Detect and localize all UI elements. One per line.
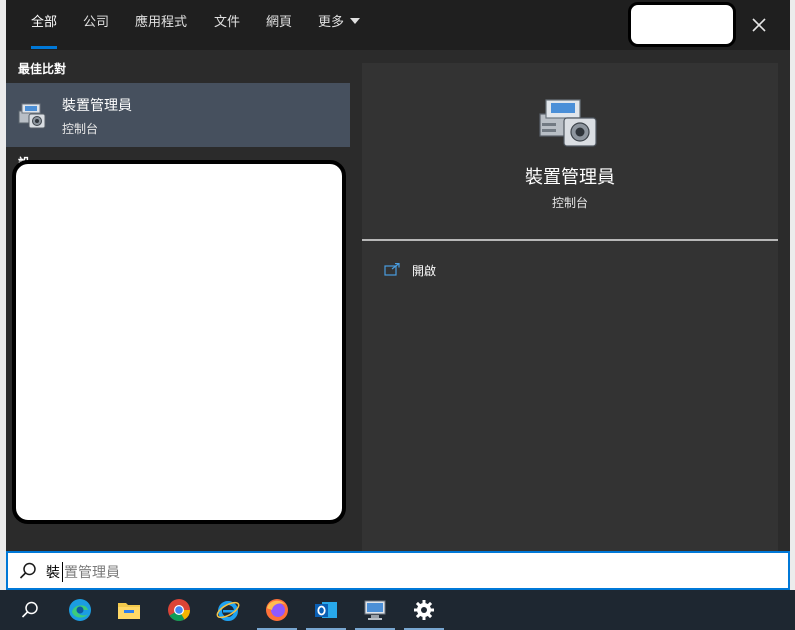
filter-bar: 全部 公司 應用程式 文件 網頁 更多 xyxy=(6,0,790,50)
account-area-redacted xyxy=(628,2,736,47)
best-match-subtitle: 控制台 xyxy=(62,122,99,136)
settings-gear-icon xyxy=(414,600,434,620)
search-box[interactable]: 裝 置管理員 xyxy=(6,551,790,590)
open-label: 開啟 xyxy=(412,263,437,278)
close-button[interactable] xyxy=(739,0,779,50)
tab-web[interactable]: 網頁 xyxy=(254,0,304,50)
preview-subtitle: 控制台 xyxy=(551,196,588,210)
preview-title: 裝置管理員 xyxy=(525,167,615,188)
firefox-icon xyxy=(266,599,288,621)
taskbar-chrome[interactable] xyxy=(155,590,203,630)
search-input-typed: 裝 xyxy=(46,565,60,581)
search-icon xyxy=(19,562,36,579)
tab-apps[interactable]: 應用程式 xyxy=(123,0,199,50)
open-button[interactable]: 開啟 xyxy=(384,259,436,281)
internet-explorer-icon xyxy=(216,601,240,621)
search-flyout: 全部 公司 應用程式 文件 網頁 更多 最佳比對 裝置管理員 控制台 裝置管理員… xyxy=(6,0,790,551)
chrome-icon xyxy=(168,599,190,621)
results-pane: 最佳比對 裝置管理員 控制台 設 xyxy=(6,50,350,551)
taskbar xyxy=(0,590,795,630)
device-manager-icon xyxy=(364,600,386,620)
best-match-result[interactable]: 裝置管理員 控制台 xyxy=(6,83,350,147)
redacted-results xyxy=(12,160,346,524)
taskbar-edge[interactable] xyxy=(56,590,104,630)
file-explorer-icon xyxy=(118,603,140,619)
close-icon xyxy=(752,18,766,32)
tab-company[interactable]: 公司 xyxy=(71,0,121,50)
best-match-heading: 最佳比對 xyxy=(18,62,67,76)
taskbar-settings[interactable] xyxy=(400,590,448,630)
taskbar-search-button[interactable] xyxy=(6,590,54,630)
text-cursor xyxy=(62,562,63,582)
outlook-icon xyxy=(315,602,337,618)
taskbar-outlook[interactable] xyxy=(302,590,350,630)
preview-divider xyxy=(362,239,778,241)
search-taskbar-icon xyxy=(21,601,38,618)
taskbar-internet-explorer[interactable] xyxy=(204,590,252,630)
taskbar-file-explorer[interactable] xyxy=(105,590,153,630)
device-manager-icon xyxy=(539,99,597,147)
preview-pane: 裝置管理員 控制台 開啟 xyxy=(362,63,778,551)
tab-documents[interactable]: 文件 xyxy=(202,0,252,50)
tab-more[interactable]: 更多 xyxy=(306,0,372,50)
open-icon xyxy=(384,263,400,276)
edge-icon xyxy=(69,599,91,621)
chevron-down-icon xyxy=(350,18,361,24)
best-match-title: 裝置管理員 xyxy=(62,98,132,114)
taskbar-firefox[interactable] xyxy=(253,590,301,630)
taskbar-device-manager[interactable] xyxy=(351,590,399,630)
device-manager-icon xyxy=(18,103,46,129)
search-input-suggestion: 置管理員 xyxy=(64,565,120,581)
tab-all[interactable]: 全部 xyxy=(19,0,69,50)
